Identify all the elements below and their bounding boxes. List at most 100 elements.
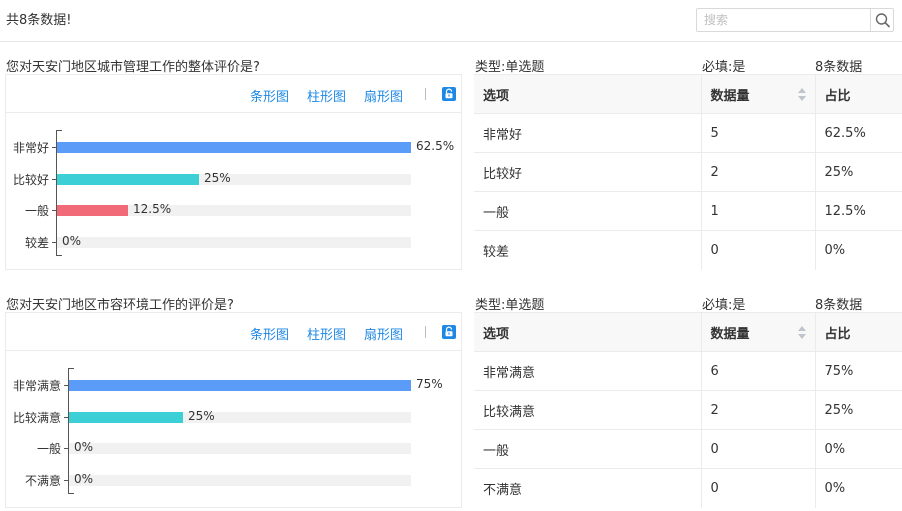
total-count: 共8条数据! (6, 13, 72, 28)
cell-percent: 12.5% (815, 191, 902, 231)
view-column-chart-link[interactable]: 柱形图 (307, 324, 346, 343)
bar-track (57, 205, 411, 216)
bar-value-label: 25% (204, 170, 231, 185)
col-header-percent: 占比 (815, 312, 902, 352)
bar-value-label: 0% (62, 233, 82, 248)
bar-track (57, 236, 411, 248)
cell-option: 比较好 (474, 152, 702, 192)
cell-option: 较差 (474, 230, 702, 270)
search-icon (875, 13, 890, 28)
cell-percent: 62.5% (815, 113, 902, 153)
view-bar-chart-link[interactable]: 条形图 (250, 86, 289, 105)
question-data-count: 8条数据 (815, 60, 863, 75)
table-row: 比较好 2 25% (474, 152, 902, 192)
stats-table: 选项 数据量 占比 非常满意 6 75% 比较满意 2 25% 一般 0 0% 不满意 0 0% (474, 312, 902, 508)
category-label: 非常满意 (12, 379, 61, 393)
col-header-count[interactable]: 数据量 (701, 312, 816, 352)
bar-track (69, 443, 411, 454)
col-header-percent: 占比 (815, 74, 902, 114)
bar-chart: 非常满意 75% 比较满意 25% 一般 0% 不满意 0% (6, 351, 461, 507)
table-row: 一般 1 12.5% (474, 191, 902, 231)
cell-option: 一般 (474, 191, 702, 231)
chart-card: 条形图 柱形图 扇形图 非常满意 75% 比较满意 25% 一般 0% 不满意 0% (5, 312, 462, 508)
bar (57, 205, 128, 216)
col-header-option: 选项 (474, 312, 702, 352)
cell-option: 非常满意 (474, 351, 702, 391)
category-label: 非常好 (12, 141, 49, 155)
cell-option: 非常好 (474, 113, 702, 153)
cell-option: 不满意 (474, 468, 702, 508)
category-label: 比较满意 (12, 410, 61, 425)
cell-count: 0 (701, 468, 816, 508)
cell-count: 2 (701, 152, 816, 192)
question-data-count: 8条数据 (815, 298, 863, 313)
toolbar-divider (425, 88, 426, 100)
view-column-chart-link[interactable]: 柱形图 (307, 86, 346, 105)
col-header-count-label: 数据量 (710, 88, 750, 104)
bar-value-label: 62.5% (416, 139, 455, 153)
axis-cap (57, 255, 62, 256)
cell-option: 比较满意 (474, 390, 702, 430)
lock-icon[interactable] (442, 325, 456, 339)
table-row: 一般 0 0% (474, 429, 902, 469)
axis-cap (69, 368, 74, 369)
bar (57, 142, 411, 153)
question-block-1: 您对天安门地区城市管理工作的整体评价是? 类型:单选题 必填:是 8条数据 条形… (0, 52, 902, 292)
table-row: 非常满意 6 75% (474, 351, 902, 391)
cell-percent: 75% (815, 351, 902, 391)
toolbar-divider (425, 326, 426, 338)
cell-percent: 25% (815, 152, 902, 192)
cell-percent: 0% (815, 429, 902, 469)
cell-count: 1 (701, 191, 816, 231)
cell-option: 一般 (474, 429, 702, 469)
category-label: 比较好 (12, 172, 49, 187)
axis-cap (69, 493, 74, 494)
sort-icon[interactable] (797, 88, 806, 101)
search-input[interactable] (697, 9, 871, 31)
cell-count: 0 (701, 429, 816, 469)
view-pie-chart-link[interactable]: 扇形图 (364, 324, 403, 343)
bar-track (69, 380, 411, 391)
top-bar: 共8条数据! (0, 0, 902, 42)
table-row: 非常好 5 62.5% (474, 113, 902, 153)
category-label: 一般 (36, 442, 61, 456)
bar-value-label: 75% (416, 377, 443, 391)
view-pie-chart-link[interactable]: 扇形图 (364, 86, 403, 105)
table-row: 比较满意 2 25% (474, 390, 902, 430)
axis-cap (57, 130, 62, 131)
chart-toolbar: 条形图 柱形图 扇形图 (6, 75, 461, 113)
question-title: 您对天安门地区市容环境工作的评价是? (6, 298, 234, 313)
bar-track (69, 411, 411, 423)
category-label: 一般 (24, 204, 49, 218)
category-label: 不满意 (24, 473, 61, 488)
cell-count: 5 (701, 113, 816, 153)
bar (69, 411, 183, 423)
search-button[interactable] (870, 9, 893, 31)
table-header-row: 选项 数据量 占比 (474, 74, 902, 114)
sort-icon[interactable] (797, 326, 806, 339)
cell-percent: 0% (815, 468, 902, 508)
col-header-count-label: 数据量 (710, 326, 750, 342)
col-header-count[interactable]: 数据量 (701, 74, 816, 114)
table-row: 不满意 0 0% (474, 468, 902, 508)
chart-card: 条形图 柱形图 扇形图 非常好 62.5% 比较好 25% 一般 12.5% 较差 0% (5, 74, 462, 270)
bar-track (57, 142, 411, 153)
table-row: 较差 0 0% (474, 230, 902, 270)
question-type: 类型:单选题 (475, 298, 545, 313)
question-required: 必填:是 (702, 298, 746, 313)
bar-value-label: 12.5% (133, 202, 172, 216)
cell-count: 2 (701, 390, 816, 430)
cell-percent: 0% (815, 230, 902, 270)
question-type: 类型:单选题 (475, 60, 545, 75)
col-header-option: 选项 (474, 74, 702, 114)
category-label: 较差 (24, 235, 49, 250)
cell-percent: 25% (815, 390, 902, 430)
question-required: 必填:是 (702, 60, 746, 75)
view-bar-chart-link[interactable]: 条形图 (250, 324, 289, 343)
search-box[interactable] (696, 8, 894, 32)
bar-track (69, 474, 411, 486)
lock-icon[interactable] (442, 87, 456, 101)
bar-track (57, 173, 411, 185)
cell-count: 0 (701, 230, 816, 270)
cell-count: 6 (701, 351, 816, 391)
